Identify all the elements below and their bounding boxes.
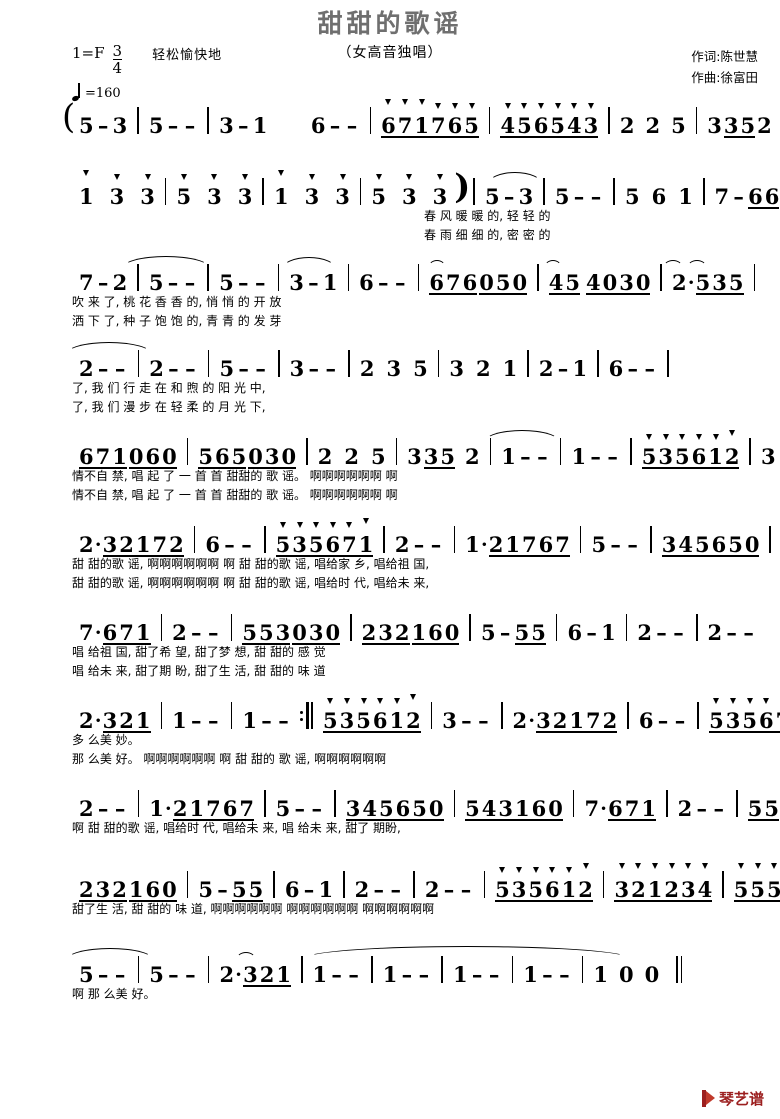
lyric-row-5a: 情不自 禁, 唱 起 了 一 首 首 甜甜的 歌 谣。 啊啊啊啊啊啊 啊 bbox=[72, 469, 398, 483]
lyric-row-8a: 多 么美 妙。 bbox=[72, 733, 140, 747]
note-row-3: 7–2 5– – 5– – 3–1 6– – 676050 4 5 4 0 3 … bbox=[0, 253, 780, 295]
note-row-7: 7 · 6 7 1 2– – 553030 232160 5–5 5 6–1 2– – 2– – bbox=[0, 603, 780, 645]
note-row-6: 2 · 3 2 1 7 2 6– – 535671 2– – 1 · 2 1 7 6 7 5– – 34565… bbox=[0, 515, 780, 557]
key-signature: 1=F bbox=[72, 44, 105, 62]
lyric-row-2a: 春 风 暖 暖 的, 轻 轻 的 bbox=[0, 207, 780, 226]
note-row-8: 2 · 3 2 1 1– – 1– – 535612 3– – 2 · 3 2 1 7 2 6– – 535… bbox=[0, 691, 780, 733]
repeat-start-barline bbox=[299, 702, 313, 729]
system-line-5: 671060 565030 225 3352 1–– 1–– 535612 3–… bbox=[0, 427, 780, 505]
note-row-2: 133 533 133 533 ) 5–3 5– – 561 7–6 6 bbox=[79, 167, 780, 209]
page-title: 甜甜的歌谣 bbox=[317, 9, 463, 38]
lyricist-credit: 作词:陈世慧 bbox=[691, 49, 758, 64]
system-line-11: 5– – 5– – 2 · 3 2 1 1– – 1– – 1– – 1– – 100 bbox=[0, 945, 780, 1004]
time-signature: 3 4 bbox=[112, 42, 123, 77]
final-double-barline bbox=[676, 956, 683, 983]
lyric-row-4a: 了, 我 们 行 走 在 和 煦 的 阳 光 中, bbox=[72, 381, 266, 395]
lyric-row-2b: 春 雨 细 细 的, 密 密 的 bbox=[0, 226, 780, 245]
lyric-row-8b: 那 么美 好。 啊啊啊啊啊啊 啊 甜 甜的 歌 谣, 啊啊啊啊啊啊 bbox=[72, 752, 387, 766]
lyric-row-3b: 洒 下 了, 种 子 饱 饱 的, 青 青 的 发 芽 bbox=[72, 314, 282, 328]
lyric-row-1a bbox=[0, 136, 780, 155]
system-line-3: 7–2 5– – 5– – 3–1 6– – 676050 4 5 4 0 3 … bbox=[0, 253, 780, 331]
lyric-line-2: 春 雨 细 细 的, 密 密 的 bbox=[424, 228, 551, 242]
logo-text: 琴艺谱 bbox=[718, 1090, 764, 1108]
lyric-line-1: 春 风 暖 暖 的, 轻 轻 的 bbox=[424, 209, 551, 223]
meter-denominator: 4 bbox=[112, 59, 123, 77]
sheet-music-page: 甜甜的歌谣 （女高音独唱） 1=F 3 4 轻松愉快地 =160 作词:陈世慧 … bbox=[0, 0, 780, 1119]
note-row-1: 5–3 5– – 3–1 6– – 671765 456543 225 3352 bbox=[0, 96, 780, 138]
lyric-row-4b: 了, 我 们 漫 步 在 轻 柔 的 月 光 下, bbox=[72, 400, 266, 414]
note-row-10: 232160 5–5 5 6–1 2– – 2– – 535612 321234 55… bbox=[0, 860, 780, 902]
logo-mark-icon bbox=[701, 1090, 717, 1107]
tempo-mood-text: 轻松愉快地 bbox=[152, 48, 223, 63]
lyric-row-6a: 甜 甜的歌 谣, 啊啊啊啊啊啊 啊 甜 甜的歌 谣, 唱给家 乡, 唱给祖 国, bbox=[72, 557, 430, 571]
system-line-4: 2– – 2– – 5– – 3– – 235 321 2–1 6– – 了, 我 们 行… bbox=[0, 339, 780, 417]
music-systems: ( 5–3 5– – 3–1 6– – 671765 456543 225 3352 bbox=[0, 96, 780, 1004]
lyric-row-11a: 啊 那 么美 好。 bbox=[72, 987, 156, 1001]
system-line-8: 2 · 3 2 1 1– – 1– – 535612 3– – 2 · 3 2 1 7 2 6– – 535… bbox=[0, 691, 780, 769]
system-line-2: 133 533 133 533 ) 5–3 5– – 561 7–6 6 春 风… bbox=[0, 167, 780, 245]
system-line-1: ( 5–3 5– – 3–1 6– – 671765 456543 225 3352 bbox=[0, 96, 780, 155]
note-row-5: 671060 565030 225 3352 1–– 1–– 535612 3–… bbox=[0, 427, 780, 469]
note-row-11: 5– – 5– – 2 · 3 2 1 1– – 1– – 1– – 1– – 100 bbox=[0, 945, 780, 987]
lyric-row-7b: 唱 给未 来, 甜了期 盼, 甜了生 活, 甜 甜的 味 道 bbox=[72, 664, 326, 678]
score-metadata-right: 作词:陈世慧 作曲:徐富田 bbox=[691, 46, 758, 89]
note-row-9: 2– – 1 · 2 1 7 6 7 5– – 345650 543160 7 · 6 7 1 2– – … bbox=[0, 779, 780, 821]
score-metadata-left: 1=F 3 4 轻松愉快地 =160 bbox=[71, 42, 322, 102]
system-line-7: 7 · 6 7 1 2– – 553030 232160 5–5 5 6–1 2– – 2– –… bbox=[0, 603, 780, 681]
system-line-10: 232160 5–5 5 6–1 2– – 2– – 535612 321234 55… bbox=[0, 860, 780, 919]
site-logo[interactable]: 琴艺谱 bbox=[701, 1088, 764, 1109]
lyric-row-9a: 啊 甜 甜的歌 谣, 唱给时 代, 唱给未 来, 唱 给未 来, 甜了 期盼, bbox=[72, 821, 401, 835]
lyric-row-7a: 唱 给祖 国, 甜了希 望, 甜了梦 想, 甜 甜的 感 觉 bbox=[72, 645, 326, 659]
lyric-row-5b: 情不自 禁, 唱 起 了 一 首 首 甜甜的 歌 谣。 啊啊啊啊啊啊 啊 bbox=[72, 488, 398, 502]
composer-credit: 作曲:徐富田 bbox=[691, 70, 758, 86]
system-line-6: 2 · 3 2 1 7 2 6– – 535671 2– – 1 · 2 1 7 6 7 5– – 34565… bbox=[0, 515, 780, 593]
lyric-row-3a: 吹 来 了, 桃 花 香 香 的, 悄 悄 的 开 放 bbox=[72, 295, 282, 309]
system-line-9: 2– – 1 · 2 1 7 6 7 5– – 345650 543160 7 · 6 7 1 2– – … bbox=[0, 779, 780, 838]
lyric-row-6b: 甜 甜的歌 谣, 啊啊啊啊啊啊 啊 甜 甜的歌 谣, 唱给时 代, 唱给未 来, bbox=[72, 576, 430, 590]
meter-numerator: 3 bbox=[112, 42, 123, 60]
lyric-row-10a: 甜了生 活, 甜 甜的 味 道, 啊啊啊啊啊啊 啊啊啊啊啊啊 啊啊啊啊啊啊 bbox=[72, 902, 435, 916]
note-row-4: 2– – 2– – 5– – 3– – 235 321 2–1 6– – bbox=[0, 339, 780, 379]
